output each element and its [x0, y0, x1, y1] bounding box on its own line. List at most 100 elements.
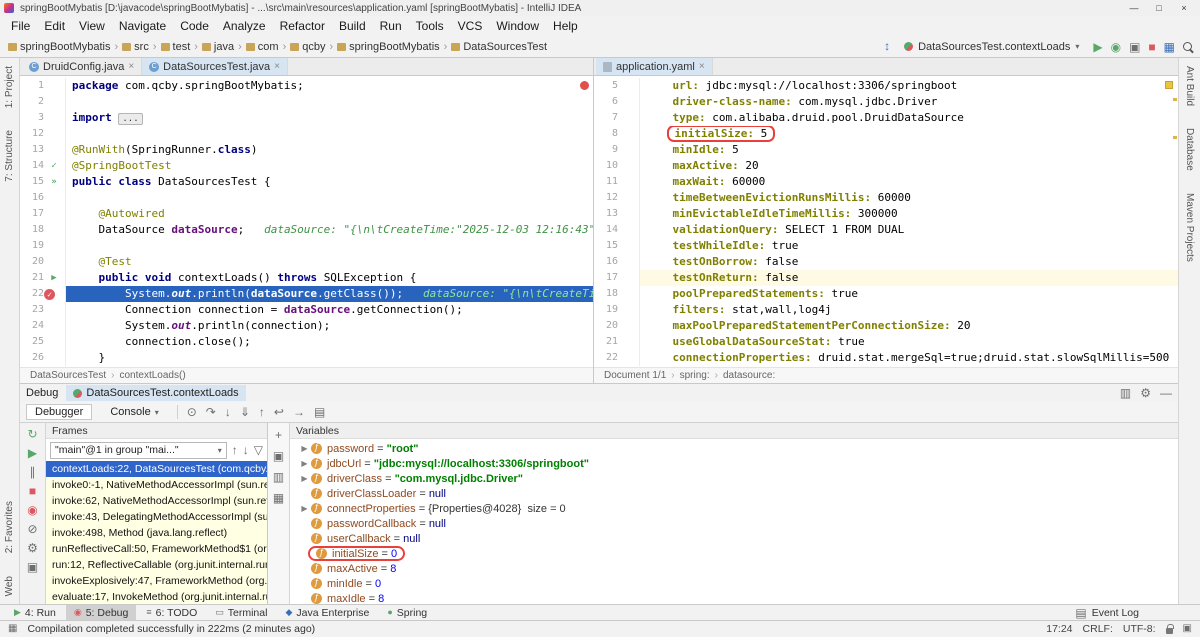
- stop-icon[interactable]: ■: [1148, 41, 1155, 53]
- breadcrumb-item[interactable]: DataSourcesTest: [451, 41, 547, 53]
- lock-icon[interactable]: [1166, 628, 1173, 634]
- stack-frame-row[interactable]: runReflectiveCall:50, FrameworkMethod$1 …: [46, 541, 267, 557]
- stack-frame-row[interactable]: invokeExplosively:47, FrameworkMethod (o…: [46, 573, 267, 589]
- variable-row[interactable]: ▶fconnectProperties = {Properties@4028} …: [290, 501, 1178, 516]
- variable-row[interactable]: fmaxActive = 8: [290, 561, 1178, 576]
- menu-item-vcs[interactable]: VCS: [451, 17, 490, 35]
- yaml-line[interactable]: 7 type: com.alibaba.druid.pool.DruidData…: [594, 110, 1178, 126]
- toolwindow-switcher-icon[interactable]: ▦: [8, 624, 17, 634]
- debug-bug-icon[interactable]: ◉: [1111, 41, 1121, 53]
- stop-icon[interactable]: ■: [29, 485, 36, 497]
- yaml-line[interactable]: 8 initialSize: 5: [594, 126, 1178, 142]
- code-line[interactable]: 24 System.out.println(connection);: [20, 318, 593, 334]
- toolwindow-stripe-1-project[interactable]: 1: Project: [4, 66, 15, 108]
- toolwindow-stripe-maven-projects[interactable]: Maven Projects: [1184, 193, 1195, 262]
- breadcrumb-item[interactable]: datasource:: [723, 370, 775, 381]
- stack-frame-row[interactable]: contextLoads:22, DataSourcesTest (com.qc…: [46, 461, 267, 477]
- encoding-indicator[interactable]: UTF-8:: [1123, 623, 1156, 635]
- view-breakpoints-icon[interactable]: ◉: [27, 504, 37, 516]
- yaml-line[interactable]: 18 poolPreparedStatements: true: [594, 286, 1178, 302]
- coverage-icon[interactable]: ▣: [1129, 41, 1140, 53]
- hide-icon[interactable]: —: [1160, 387, 1172, 399]
- toolwindow-button-5-debug[interactable]: ◉5: Debug: [66, 605, 136, 621]
- editor-tab-application-yaml[interactable]: application.yaml×: [596, 58, 713, 75]
- rerun-icon[interactable]: ↻: [27, 428, 37, 440]
- code-line[interactable]: 20 @Test: [20, 254, 593, 270]
- code-line[interactable]: 15»public class DataSourcesTest {: [20, 174, 593, 190]
- close-icon[interactable]: ×: [699, 61, 705, 72]
- show-execution-point-icon[interactable]: ⊙: [187, 406, 197, 418]
- yaml-line[interactable]: 16 testOnBorrow: false: [594, 254, 1178, 270]
- run-gutter-icon[interactable]: ✓: [44, 158, 64, 174]
- menu-item-file[interactable]: File: [4, 17, 37, 35]
- stack-frame-row[interactable]: run:12, ReflectiveCallable (org.junit.in…: [46, 557, 267, 573]
- variable-row[interactable]: ▶fpassword = "root": [290, 441, 1178, 456]
- toolwindow-stripe-ant-build[interactable]: Ant Build: [1184, 66, 1195, 106]
- stack-frame-row[interactable]: invoke:62, NativeMethodAccessorImpl (sun…: [46, 493, 267, 509]
- variable-row[interactable]: fpasswordCallback = null: [290, 516, 1178, 531]
- run-gutter-icon[interactable]: »: [44, 174, 64, 190]
- variable-row[interactable]: ▶fdriverClass = "com.mysql.jdbc.Driver": [290, 471, 1178, 486]
- layout-icon[interactable]: ▥: [273, 471, 284, 483]
- code-line[interactable]: 18 DataSource dataSource; dataSource: "{…: [20, 222, 593, 238]
- variable-row[interactable]: ▶fjdbcUrl = "jdbc:mysql://localhost:3306…: [290, 456, 1178, 471]
- line-separator-indicator[interactable]: CRLF:: [1083, 623, 1113, 635]
- yaml-line[interactable]: 17 testOnReturn: false: [594, 270, 1178, 286]
- force-step-into-icon[interactable]: ⇓: [240, 406, 250, 418]
- menu-item-edit[interactable]: Edit: [37, 17, 72, 35]
- variable-row[interactable]: fuserCallback = null: [290, 531, 1178, 546]
- step-over-icon[interactable]: ↷: [206, 406, 216, 418]
- variable-row[interactable]: fminIdle = 0: [290, 576, 1178, 591]
- layout-icon[interactable]: ▥: [1120, 387, 1131, 399]
- menu-item-navigate[interactable]: Navigate: [112, 17, 173, 35]
- yaml-line[interactable]: 21 useGlobalDataSourceStat: true: [594, 334, 1178, 350]
- settings-icon[interactable]: ⚙: [1140, 387, 1151, 399]
- menu-item-code[interactable]: Code: [173, 17, 216, 35]
- breadcrumb-item[interactable]: test: [161, 41, 191, 53]
- search-icon[interactable]: [1183, 42, 1192, 51]
- code-line[interactable]: 14✓@SpringBootTest: [20, 158, 593, 174]
- code-line[interactable]: 25 connection.close();: [20, 334, 593, 350]
- code-line[interactable]: 19: [20, 238, 593, 254]
- variable-row[interactable]: fmaxIdle = 8: [290, 591, 1178, 604]
- code-line[interactable]: 3import ...: [20, 110, 593, 126]
- breadcrumb-item[interactable]: springBootMybatis: [8, 41, 111, 53]
- yaml-line[interactable]: 19 filters: stat,wall,log4j: [594, 302, 1178, 318]
- yaml-line[interactable]: 13 minEvictableIdleTimeMillis: 300000: [594, 206, 1178, 222]
- yaml-line[interactable]: 15 testWhileIdle: true: [594, 238, 1178, 254]
- breadcrumb-item[interactable]: src: [122, 41, 149, 53]
- event-log-button[interactable]: ▤Event Log: [1075, 607, 1194, 619]
- menu-item-run[interactable]: Run: [373, 17, 409, 35]
- code-line[interactable]: 2: [20, 94, 593, 110]
- yaml-line[interactable]: 11 maxWait: 60000: [594, 174, 1178, 190]
- add-watch-icon[interactable]: +: [275, 429, 282, 441]
- yaml-line[interactable]: 22 connectionProperties: druid.stat.merg…: [594, 350, 1178, 366]
- menu-item-tools[interactable]: Tools: [409, 17, 451, 35]
- copy-icon[interactable]: ▣: [273, 450, 284, 462]
- yaml-line[interactable]: 14 validationQuery: SELECT 1 FROM DUAL: [594, 222, 1178, 238]
- breadcrumb-item[interactable]: Document 1/1: [604, 370, 666, 381]
- run-icon[interactable]: ▶: [1093, 41, 1102, 53]
- breadcrumb-item[interactable]: spring:: [680, 370, 710, 381]
- toolwindow-button-4-run[interactable]: ▶4: Run: [6, 605, 64, 621]
- settings-icon[interactable]: ⚙: [27, 542, 38, 554]
- drop-frame-icon[interactable]: ↩: [274, 406, 284, 418]
- stack-frame-row[interactable]: invoke:498, Method (java.lang.reflect): [46, 525, 267, 541]
- menu-item-window[interactable]: Window: [489, 17, 546, 35]
- yaml-line[interactable]: 5 url: jdbc:mysql://localhost:3306/sprin…: [594, 78, 1178, 94]
- run-configuration-select[interactable]: DataSourcesTest.contextLoads ▾: [898, 40, 1085, 54]
- editor-tab-druidconfig-java[interactable]: CDruidConfig.java×: [22, 58, 142, 75]
- yaml-line[interactable]: 9 minIdle: 5: [594, 142, 1178, 158]
- code-line[interactable]: 16: [20, 190, 593, 206]
- breakpoint-icon[interactable]: ✓: [44, 289, 55, 300]
- run-gutter-icon[interactable]: ▶: [44, 270, 64, 286]
- toolwindow-button-6-todo[interactable]: ≡6: TODO: [138, 605, 205, 621]
- toolwindow-stripe-2-favorites[interactable]: 2: Favorites: [4, 501, 15, 553]
- pause-icon[interactable]: ∥: [30, 466, 36, 478]
- thread-selector[interactable]: "main"@1 in group "mai..." ▾: [50, 442, 227, 459]
- breadcrumb-item[interactable]: DataSourcesTest: [30, 370, 106, 381]
- code-line[interactable]: 23 Connection connection = dataSource.ge…: [20, 302, 593, 318]
- stack-frame-row[interactable]: evaluate:17, InvokeMethod (org.junit.int…: [46, 589, 267, 604]
- breadcrumb-item[interactable]: java: [202, 41, 234, 53]
- pin-icon[interactable]: ▣: [27, 561, 38, 573]
